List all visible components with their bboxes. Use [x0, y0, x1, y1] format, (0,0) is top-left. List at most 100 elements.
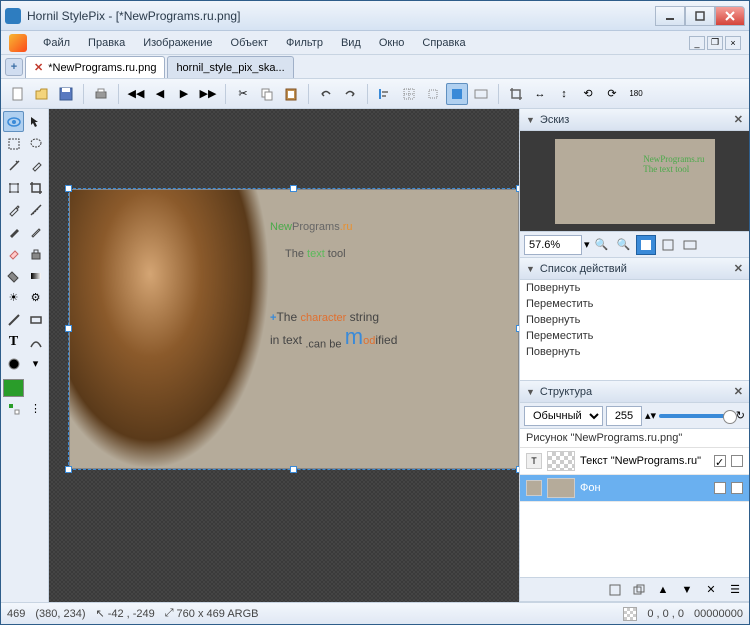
eyedropper-tool-icon[interactable] [3, 199, 24, 220]
wand-tool-icon[interactable] [3, 155, 24, 176]
history-list[interactable]: Повернуть Переместить Повернуть Перемест… [520, 280, 749, 380]
layer-item-background[interactable]: Фон ✓ [520, 475, 749, 502]
first-icon[interactable]: ◀◀ [125, 83, 147, 105]
zoom-value[interactable]: 57.6% [524, 235, 582, 255]
history-item[interactable]: Повернуть [520, 280, 749, 296]
rotate-right-icon[interactable]: ⟳ [601, 83, 623, 105]
copy-icon[interactable] [256, 83, 278, 105]
layer-item-text[interactable]: T Текст "NewPrograms.ru" ✓ [520, 448, 749, 475]
marquee-tool-icon[interactable] [3, 133, 24, 154]
shape-tool-icon[interactable] [25, 309, 46, 330]
crop-tool-icon[interactable] [25, 177, 46, 198]
line-tool-icon[interactable] [3, 309, 24, 330]
tab-inactive-document[interactable]: hornil_style_pix_ska... [167, 56, 293, 78]
layer-visibility-checkbox[interactable]: ✓ [714, 455, 726, 467]
tab-active-document[interactable]: ✕ *NewPrograms.ru.png [25, 56, 165, 78]
doc-minimize-button[interactable]: _ [689, 36, 705, 50]
prev-icon[interactable]: ◀ [149, 83, 171, 105]
blend-mode-select[interactable]: Обычный [524, 406, 603, 426]
history-item[interactable]: Переместить [520, 296, 749, 312]
last-icon[interactable]: ▶▶ [197, 83, 219, 105]
opacity-reset-icon[interactable]: ↻ [736, 409, 745, 422]
menu-window[interactable]: Окно [371, 34, 413, 52]
panel-close-icon[interactable]: ✕ [734, 113, 743, 126]
menu-object[interactable]: Объект [223, 34, 276, 52]
move-tool-icon[interactable] [25, 111, 46, 132]
layer-lock-checkbox[interactable] [731, 482, 743, 494]
canvas[interactable]: NewPrograms.ru The text tool +The charac… [69, 189, 519, 469]
undo-icon[interactable] [315, 83, 337, 105]
text-tool-icon[interactable]: T [3, 331, 24, 352]
cut-icon[interactable]: ✂ [232, 83, 254, 105]
zoom-in-icon[interactable]: 🔍 [614, 235, 634, 255]
foreground-color-swatch[interactable] [3, 379, 24, 397]
menu-help[interactable]: Справка [414, 34, 473, 52]
duplicate-layer-icon[interactable] [629, 580, 649, 600]
filter-tool-icon[interactable]: ⚙ [25, 287, 46, 308]
panel-collapse-icon[interactable]: ▼ [526, 264, 535, 274]
layer-lock-checkbox[interactable] [731, 455, 743, 467]
rotate-180-icon[interactable]: 180 [625, 83, 647, 105]
open-file-icon[interactable] [31, 83, 53, 105]
panel-close-icon[interactable]: ✕ [734, 385, 743, 398]
pencil-tool-icon[interactable] [25, 221, 46, 242]
menu-file[interactable]: Файл [35, 34, 78, 52]
maximize-button[interactable] [685, 6, 715, 26]
doc-close-button[interactable]: × [725, 36, 741, 50]
redo-icon[interactable] [339, 83, 361, 105]
menu-view[interactable]: Вид [333, 34, 369, 52]
doc-restore-button[interactable]: ❐ [707, 36, 723, 50]
crop-icon[interactable] [505, 83, 527, 105]
color-select-tool-icon[interactable] [25, 155, 46, 176]
panel-collapse-icon[interactable]: ▼ [526, 387, 535, 397]
rotate-left-icon[interactable]: ⟲ [577, 83, 599, 105]
print-icon[interactable] [90, 83, 112, 105]
fit-icon[interactable] [470, 83, 492, 105]
clone-tool-icon[interactable] [25, 243, 46, 264]
grid-icon[interactable] [398, 83, 420, 105]
zoom-dropdown-icon[interactable]: ▾ [584, 238, 590, 251]
canvas-viewport[interactable]: NewPrograms.ru The text tool +The charac… [49, 109, 519, 602]
layer-menu-icon[interactable]: ☰ [725, 580, 745, 600]
measure-tool-icon[interactable] [25, 199, 46, 220]
layer-visibility-checkbox[interactable]: ✓ [714, 482, 726, 494]
swap-colors-icon[interactable] [3, 398, 24, 419]
opacity-spinner-icon[interactable]: ▴▾ [645, 409, 656, 422]
lasso-tool-icon[interactable] [25, 133, 46, 154]
transform-tool-icon[interactable] [3, 177, 24, 198]
opacity-input[interactable] [606, 406, 642, 426]
resize-h-icon[interactable]: ↔ [529, 83, 551, 105]
zoom-window-icon[interactable] [680, 235, 700, 255]
layer-down-icon[interactable]: ▼ [677, 580, 697, 600]
new-layer-icon[interactable] [605, 580, 625, 600]
brush-tool-icon[interactable] [3, 221, 24, 242]
menu-filter[interactable]: Фильтр [278, 34, 331, 52]
history-item[interactable]: Переместить [520, 328, 749, 344]
gradient-tool-icon[interactable] [25, 265, 46, 286]
tab-close-icon[interactable]: ✕ [34, 61, 43, 74]
snap-icon[interactable] [422, 83, 444, 105]
zoom-fit-icon[interactable] [636, 235, 656, 255]
dropdown-tool-icon[interactable]: ▾ [25, 353, 46, 374]
history-item[interactable]: Повернуть [520, 312, 749, 328]
zoom-out-icon[interactable]: 🔍 [592, 235, 612, 255]
path-tool-icon[interactable] [25, 331, 46, 352]
eye-tool-icon[interactable] [3, 111, 24, 132]
align-left-icon[interactable] [374, 83, 396, 105]
panel-close-icon[interactable]: ✕ [734, 262, 743, 275]
thumbnail-view[interactable] [520, 131, 749, 231]
brightness-tool-icon[interactable]: ☀ [3, 287, 24, 308]
color-wheel-icon[interactable] [3, 353, 24, 374]
opacity-slider[interactable] [659, 414, 733, 418]
selection-highlight-icon[interactable] [446, 83, 468, 105]
delete-layer-icon[interactable]: ✕ [701, 580, 721, 600]
minimize-button[interactable] [655, 6, 685, 26]
layer-up-icon[interactable]: ▲ [653, 580, 673, 600]
new-tab-button[interactable]: + [5, 58, 23, 76]
eraser-tool-icon[interactable] [3, 243, 24, 264]
fill-tool-icon[interactable] [3, 265, 24, 286]
zoom-actual-icon[interactable] [658, 235, 678, 255]
paste-icon[interactable] [280, 83, 302, 105]
panel-collapse-icon[interactable]: ▼ [526, 115, 535, 125]
resize-handle-icon[interactable] [516, 325, 519, 332]
